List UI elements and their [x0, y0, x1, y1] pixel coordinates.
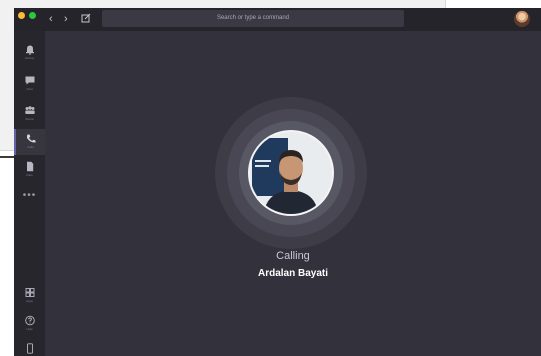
rail-item-chat[interactable]: Chat: [14, 71, 45, 97]
compose-icon[interactable]: [81, 13, 91, 23]
forward-arrow-icon[interactable]: ›: [64, 12, 68, 26]
caller-avatar: [248, 130, 334, 216]
rail-item-files[interactable]: Files: [14, 157, 45, 183]
rail-label: Chat: [26, 87, 33, 91]
file-icon: [26, 161, 33, 172]
minimize-window-button[interactable]: [18, 12, 25, 19]
call-status: Calling: [276, 250, 310, 262]
rail-item-teams[interactable]: Teams: [14, 101, 45, 127]
caller-photo: [250, 132, 332, 214]
phone-icon: [26, 134, 35, 143]
help-icon: [24, 315, 35, 326]
mobile-device-icon: [26, 343, 33, 354]
teams-window: ‹ › Search or type a command Activity Ch…: [14, 8, 541, 356]
bell-icon: [25, 45, 34, 55]
rail-label: Apps: [26, 299, 33, 303]
app-bar: Activity Chat Teams Calls Files ••• Apps…: [14, 31, 45, 356]
maximize-window-button[interactable]: [29, 12, 36, 19]
caller-name: Ardalan Bayati: [257, 268, 329, 279]
call-stage: Calling Ardalan Bayati: [45, 31, 541, 356]
teams-icon: [24, 106, 35, 114]
rail-item-apps[interactable]: Apps: [14, 283, 45, 309]
rail-item-device[interactable]: [14, 339, 45, 356]
apps-icon: [25, 288, 34, 297]
chat-icon: [25, 76, 34, 85]
rail-item-calls[interactable]: Calls: [14, 129, 45, 155]
more-apps-icon[interactable]: •••: [14, 191, 45, 201]
rail-label: Teams: [25, 117, 34, 121]
rail-item-help[interactable]: Help: [14, 311, 45, 337]
rail-label: Calls: [27, 145, 34, 149]
search-input[interactable]: Search or type a command: [102, 10, 404, 27]
title-bar: ‹ › Search or type a command: [14, 8, 541, 31]
rail-label: Files: [26, 173, 33, 177]
rail-label: Activity: [24, 56, 35, 60]
back-arrow-icon[interactable]: ‹: [49, 12, 53, 26]
rail-item-activity[interactable]: Activity: [14, 40, 45, 66]
rail-label: Help: [26, 327, 33, 331]
profile-avatar[interactable]: [514, 11, 530, 27]
